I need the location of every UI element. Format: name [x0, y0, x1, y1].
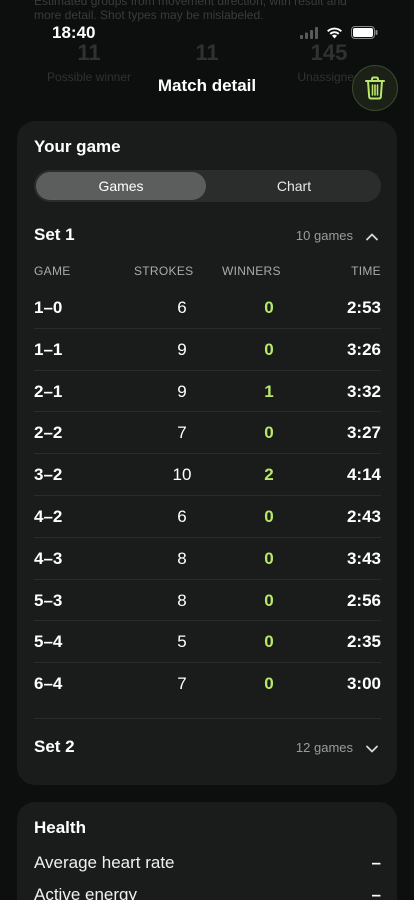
- table-header: GAME STROKES WINNERS TIME: [34, 264, 381, 280]
- your-game-card: Your game Games Chart Set 1 10 games GAM…: [17, 121, 397, 785]
- card-title: Your game: [34, 137, 121, 156]
- battery-icon: [351, 26, 378, 39]
- cell-time: 3:32: [346, 381, 381, 401]
- cell-winners: 0: [264, 674, 274, 694]
- set-label: Set 2: [34, 737, 75, 756]
- set-game-count: 12 games: [295, 740, 353, 755]
- cell-winners: 2: [264, 465, 274, 485]
- cell-game: 4–2: [34, 506, 63, 526]
- cell-time: 3:27: [346, 423, 381, 443]
- cell-game: 6–4: [34, 674, 63, 694]
- table-row: 5–4 5 0 2:35: [34, 621, 381, 664]
- cell-strokes: 6: [177, 298, 187, 317]
- cell-strokes: 9: [177, 339, 187, 359]
- card-title: Health: [34, 818, 86, 837]
- health-value: –: [371, 885, 381, 900]
- status-time: 18:40: [52, 23, 96, 42]
- cell-game: 1–0: [34, 298, 63, 317]
- cell-time: 3:00: [346, 674, 381, 694]
- cell-game: 3–2: [34, 465, 63, 485]
- set-2-header[interactable]: Set 2 12 games: [34, 737, 381, 761]
- view-segmented-control: Games Chart: [34, 170, 381, 202]
- tab-games[interactable]: Games: [36, 172, 206, 200]
- delete-button[interactable]: [352, 65, 398, 111]
- column-header-game: GAME: [34, 264, 71, 278]
- cell-strokes: 8: [177, 548, 187, 568]
- wifi-icon: [327, 27, 342, 38]
- tab-chart[interactable]: Chart: [209, 172, 379, 200]
- cell-time: 2:43: [346, 506, 381, 526]
- set-game-count: 10 games: [295, 228, 353, 243]
- cell-time: 2:56: [346, 590, 381, 610]
- cell-time: 2:35: [346, 632, 381, 652]
- table-row: 1–1 9 0 3:26: [34, 329, 381, 371]
- column-header-strokes: STROKES: [134, 264, 194, 278]
- health-row-heart-rate: Average heart rate –: [34, 853, 381, 875]
- trash-icon: [365, 76, 385, 100]
- table-row: 1–0 6 0 2:53: [34, 287, 381, 329]
- cell-game: 5–3: [34, 590, 63, 610]
- cell-time: 3:26: [346, 339, 381, 359]
- health-value: –: [371, 853, 381, 872]
- health-row-active-energy: Active energy –: [34, 885, 381, 900]
- chevron-down-icon: [366, 745, 378, 753]
- table-row: 3–2 10 2 4:14: [34, 454, 381, 496]
- cell-winners: 0: [264, 423, 274, 443]
- cell-game: 2–1: [34, 381, 63, 401]
- cell-winners: 0: [264, 339, 274, 359]
- cell-winners: 0: [264, 298, 274, 317]
- cell-time: 3:43: [346, 548, 381, 568]
- cell-winners: 0: [264, 548, 274, 568]
- cell-winners: 0: [264, 506, 274, 526]
- cell-winners: 0: [264, 590, 274, 610]
- table-row: 2–1 9 1 3:32: [34, 371, 381, 413]
- cell-strokes: 8: [177, 590, 187, 610]
- health-card: Health Average heart rate – Active energ…: [17, 802, 397, 900]
- table-row: 5–3 8 0 2:56: [34, 580, 381, 622]
- health-label: Active energy: [34, 885, 137, 900]
- set-1-header[interactable]: Set 1 10 games: [34, 225, 381, 249]
- set-label: Set 1: [34, 225, 75, 244]
- table-row: 2–2 7 0 3:27: [34, 412, 381, 455]
- cell-winners: 0: [264, 632, 274, 652]
- games-table: 1–0 6 0 2:53 1–1 9 0 3:26 2–1 9 1 3:32 2…: [34, 287, 381, 705]
- chevron-up-icon: [366, 233, 378, 241]
- cell-strokes: 7: [177, 674, 187, 694]
- cell-game: 2–2: [34, 423, 63, 443]
- cell-strokes: 9: [177, 381, 187, 401]
- table-row: 4–2 6 0 2:43: [34, 496, 381, 538]
- table-row: 4–3 8 0 3:43: [34, 538, 381, 580]
- cell-time: 4:14: [346, 465, 381, 485]
- cell-game: 1–1: [34, 339, 63, 359]
- cell-strokes: 5: [177, 632, 187, 652]
- cell-game: 5–4: [34, 632, 63, 652]
- divider: [34, 718, 381, 719]
- cell-winners: 1: [264, 381, 274, 401]
- health-label: Average heart rate: [34, 853, 175, 872]
- column-header-time: TIME: [351, 264, 381, 278]
- status-icons: [300, 26, 378, 39]
- cell-strokes: 10: [172, 465, 192, 485]
- cell-strokes: 7: [177, 423, 187, 443]
- cell-strokes: 6: [177, 506, 187, 526]
- cell-time: 2:53: [346, 298, 381, 317]
- signal-icon: [300, 26, 318, 39]
- status-bar: 18:40: [0, 0, 414, 60]
- cell-game: 4–3: [34, 548, 63, 568]
- column-header-winners: WINNERS: [222, 264, 281, 278]
- table-row: 6–4 7 0 3:00: [34, 663, 381, 705]
